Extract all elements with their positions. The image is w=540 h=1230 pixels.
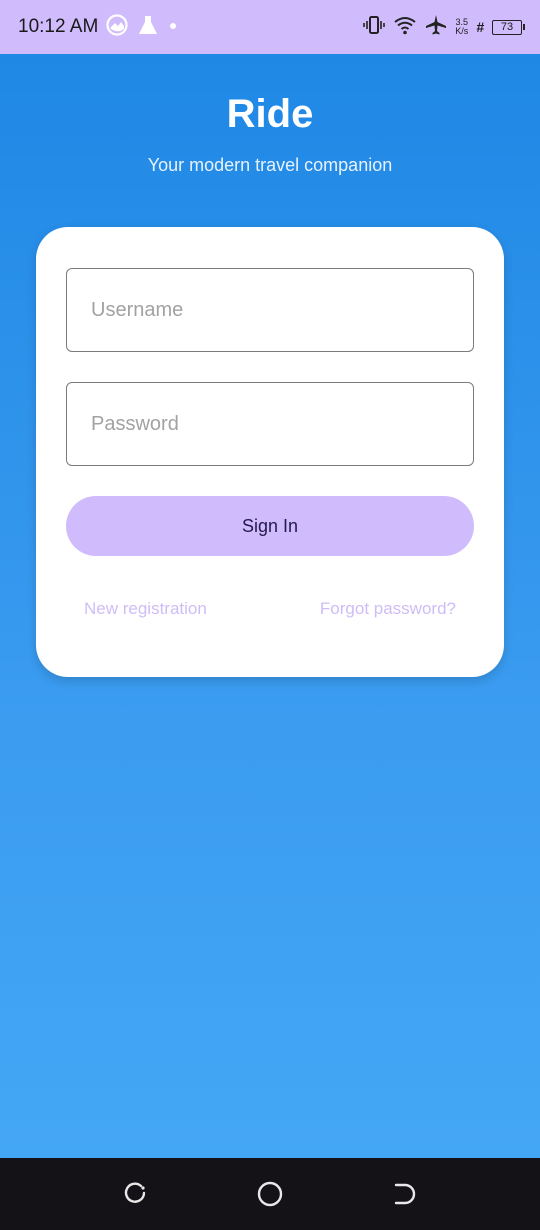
notification-icons [106,13,178,41]
password-input[interactable] [67,383,473,465]
app-subtitle: Your modern travel companion [147,155,393,175]
vibrate-icon [363,15,385,40]
flask-icon [138,14,158,41]
wifi-icon [393,15,417,40]
password-field[interactable] [66,382,474,466]
battery-icon: 73 [492,19,525,35]
recent-apps-icon[interactable] [121,1180,149,1208]
sign-in-button[interactable]: Sign In [66,496,474,556]
login-card: Sign In New registration Forgot password… [36,227,504,677]
forgot-password-link[interactable]: Forgot password? [320,599,456,619]
username-input[interactable] [67,269,473,351]
airplane-icon [425,14,447,41]
status-bar: 10:12 AM 3.5 K/s # 73 [0,0,540,54]
app-title: Ride [226,92,314,136]
network-speed: 3.5 K/s [455,18,468,36]
back-icon[interactable] [391,1180,419,1208]
navigation-bar [0,1158,540,1230]
gallery-icon [106,13,128,41]
home-icon[interactable] [256,1180,284,1208]
login-screen: Ride Your modern travel companion Sign I… [0,54,540,1158]
system-icons: 3.5 K/s # 73 [363,14,525,41]
username-field[interactable] [66,268,474,352]
new-registration-link[interactable]: New registration [84,599,207,619]
dot-icon [168,18,178,36]
speed-unit: K/s [455,26,469,36]
signal-indicator: # [476,19,484,35]
status-time: 10:12 AM [18,16,99,37]
